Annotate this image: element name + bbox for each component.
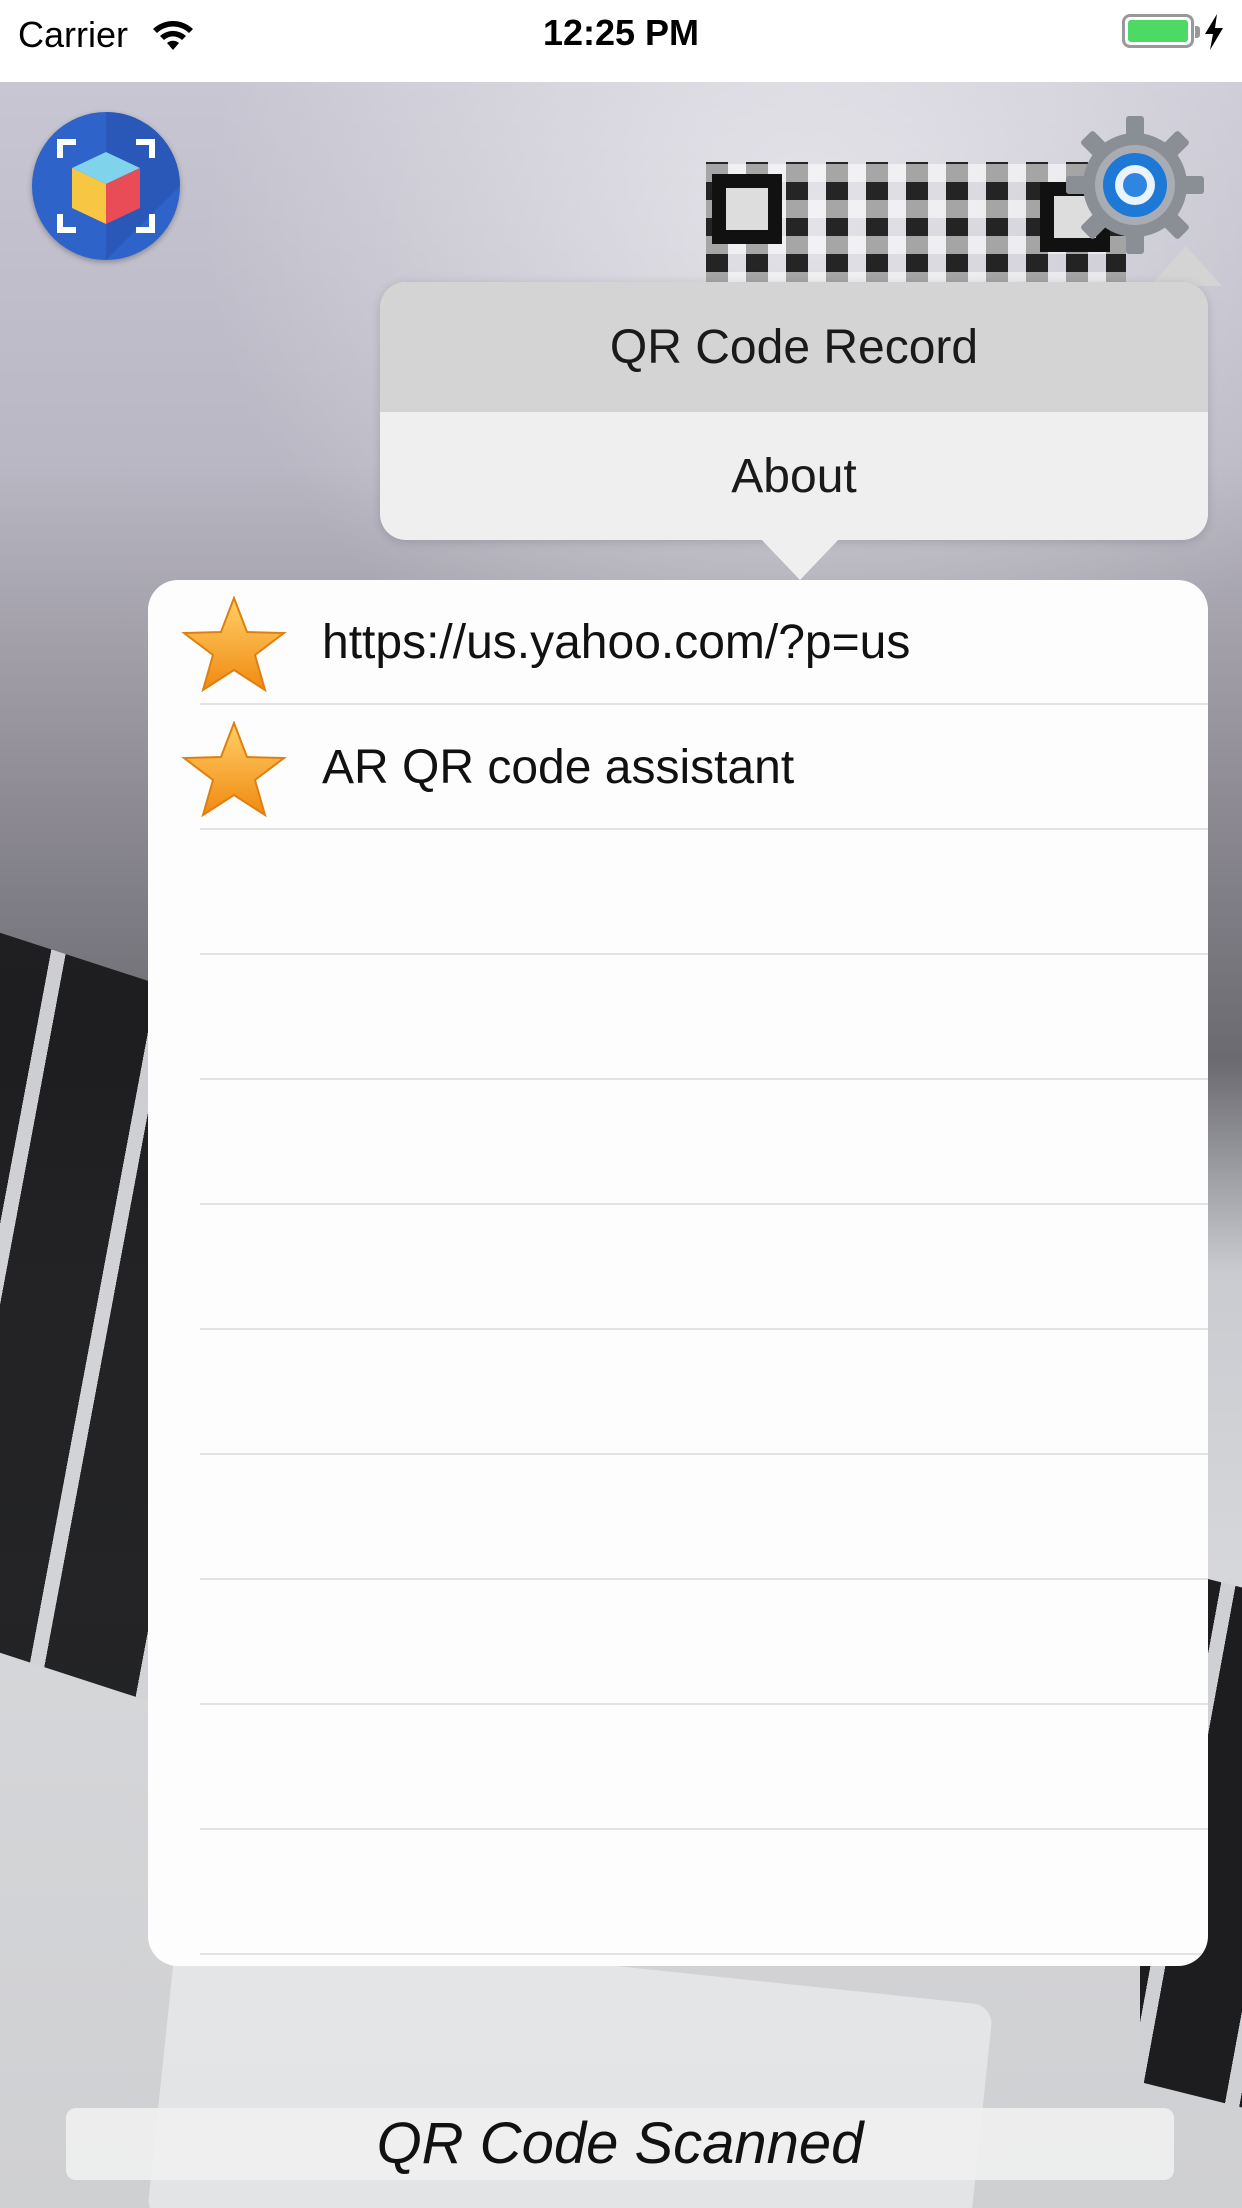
list-item[interactable]: https://us.yahoo.com/?p=us	[148, 580, 1208, 705]
scan-status-label: QR Code Scanned	[66, 2108, 1174, 2180]
record-label: AR QR code assistant	[322, 741, 795, 794]
clock: 12:25 PM	[542, 12, 700, 53]
ar-cube-scanner-icon	[57, 112, 180, 260]
empty-row	[148, 1830, 1208, 1955]
empty-row	[148, 1330, 1208, 1455]
menu-item-about[interactable]: About	[380, 412, 1208, 540]
menu-pointer-bottom	[760, 538, 840, 580]
empty-row	[148, 1705, 1208, 1830]
settings-menu: QR Code Record About	[380, 282, 1208, 540]
menu-item-qr-code-record[interactable]: QR Code Record	[380, 282, 1208, 412]
empty-row	[148, 1205, 1208, 1330]
empty-row	[148, 1080, 1208, 1205]
record-label: https://us.yahoo.com/?p=us	[322, 616, 911, 669]
empty-row	[148, 1455, 1208, 1580]
empty-row	[148, 955, 1208, 1080]
app-logo-button[interactable]	[32, 112, 180, 260]
empty-row	[148, 830, 1208, 955]
list-item[interactable]: AR QR code assistant	[148, 705, 1208, 830]
gear-icon[interactable]	[1060, 110, 1210, 260]
status-bar: Carrier 12:25 PM	[0, 0, 1242, 82]
empty-row	[148, 1580, 1208, 1705]
menu-pointer	[1150, 246, 1222, 286]
star-icon	[181, 596, 287, 692]
qr-record-list[interactable]: https://us.yahoo.com/?p=us AR QR code as…	[148, 580, 1208, 1966]
charging-bolt-icon	[1205, 14, 1223, 50]
battery-icon	[1122, 14, 1200, 48]
star-icon	[181, 721, 287, 817]
